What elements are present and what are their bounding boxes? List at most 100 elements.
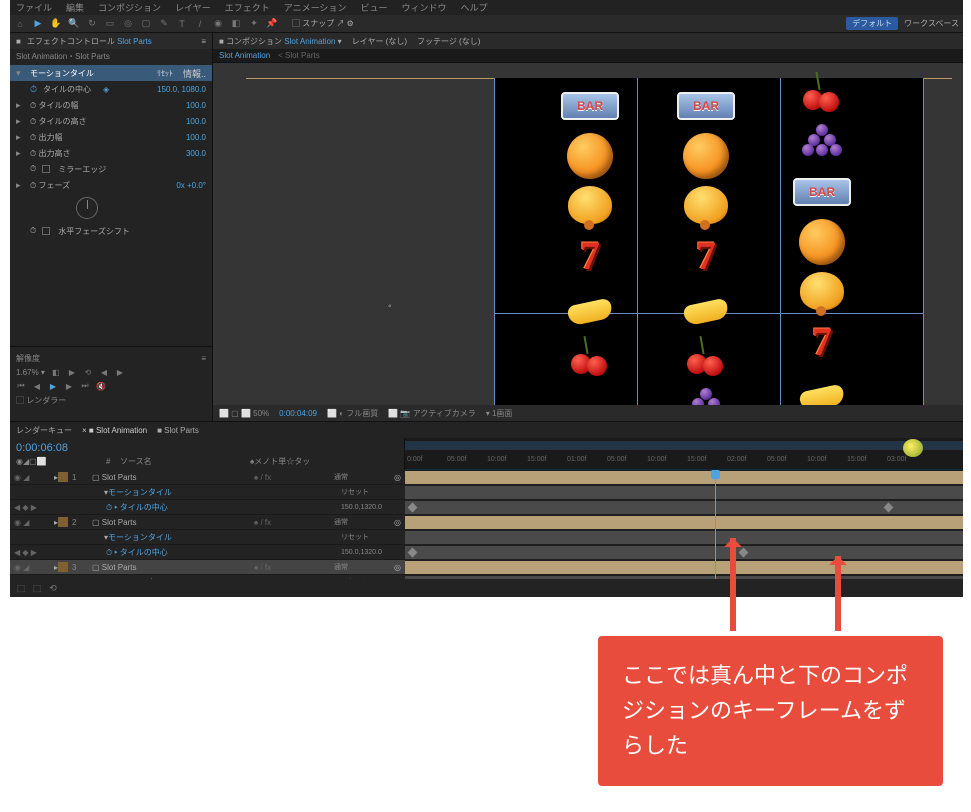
layer-tab[interactable]: レイヤー (なし) [352, 36, 407, 47]
menu-window[interactable]: ウィンドウ [401, 1, 446, 14]
selection-tool-icon[interactable]: ▶ [32, 18, 44, 30]
toggle-switches-icon[interactable]: ⬚ [16, 583, 26, 593]
zoom-dropdown[interactable]: ⬜ ▢ ⬜ 50% [219, 409, 269, 418]
layer-list: ◉ ◢▸1▢ Slot Parts♠ / fx通常◎ ▾モーションタイルリセット… [10, 470, 405, 579]
layer-fx-row[interactable]: ▾モーションタイルリセット [10, 485, 405, 500]
timeline-panel: レンダーキュー × ■ Slot Animation ■ Slot Parts … [10, 421, 963, 597]
menu-bar: ファイル 編集 コンポジション レイヤー エフェクト アニメーション ビュー ウ… [10, 0, 963, 15]
orange-symbol [567, 133, 613, 179]
effect-header[interactable]: ▾モーションタイル ﾘｾｯﾄ情報.. [10, 65, 212, 81]
hand-tool-icon[interactable]: ✋ [50, 18, 62, 30]
time-ruler[interactable]: 0:00f 05:00f 10:00f 15:00f 01:00f 05:00f… [405, 438, 963, 470]
cherry-symbol [561, 332, 619, 380]
anchor-icon: ◦ [388, 301, 392, 312]
phase-clock[interactable] [10, 193, 212, 223]
prop-output-height[interactable]: ▸⏱ 出力高さ300.0 [10, 145, 212, 161]
arrow-icon [730, 538, 736, 631]
menu-layer[interactable]: レイヤー [175, 1, 211, 14]
render-queue-tab[interactable]: レンダーキュー [16, 425, 72, 436]
current-time[interactable]: 0:00:04:09 [279, 409, 317, 418]
comp-tab[interactable]: ■ コンポジション Slot Animation ▾ [219, 36, 342, 47]
col-av: ◉◢▢⬜ [16, 457, 106, 466]
preview-settings: 解像度≡ 1.67% ▾◧▶⟲◀▶ ⏮◀▶▶⏭🔇 ▢ レンダラー [10, 346, 212, 421]
layer-prop-row[interactable]: ◀ ◆ ▶⏱ ▸ タイルの中心150.0,1320.0 [10, 545, 405, 560]
layer-row[interactable]: ◉ ◢▸1▢ Slot Parts♠ / fx通常◎ [10, 470, 405, 485]
composition-canvas: BAR 7 BAR 7 [494, 78, 924, 405]
callout-text: ここでは真ん中と下のコンポジションのキーフレームをずらした [598, 636, 943, 786]
seven-symbol: 7 [561, 232, 619, 280]
tool-bar: ⌂ ▶ ✋ 🔍 ↻ ▭ ◎ ▢ ✎ T / ◉ ◧ ✦ 📌 ▢ スナップ ↗ ⚙… [10, 15, 963, 33]
subtab-anim[interactable]: Slot Animation [219, 51, 270, 60]
menu-file[interactable]: ファイル [16, 1, 52, 14]
renderer-label: ▢ レンダラー [16, 395, 66, 406]
layer-row[interactable]: ◉ ◢▸3▢ Slot Parts♠ / fx通常◎ [10, 560, 405, 575]
bell-symbol [568, 186, 612, 224]
layer-row[interactable]: ◉ ◢▸2▢ Slot Parts♠ / fx通常◎ [10, 515, 405, 530]
menu-animation[interactable]: アニメーション [284, 1, 347, 14]
prop-output-width[interactable]: ▸⏱ 出力幅100.0 [10, 129, 212, 145]
effects-panel: ■ エフェクトコントロール Slot Parts ≡ Slot Animatio… [10, 33, 213, 421]
footage-tab[interactable]: フッテージ (なし) [417, 36, 480, 47]
track-area[interactable] [405, 470, 963, 579]
timeline-footer: ⬚ ⬚ ⟲ [10, 579, 963, 597]
layer-prop-row[interactable]: ◀ ◆ ▶⏱ ▸ タイルの中心150.0,1320.0 [10, 500, 405, 515]
reel-3: BAR 7 [782, 68, 862, 405]
clone-tool-icon[interactable]: ◉ [212, 18, 224, 30]
resolution-dropdown[interactable]: ⬜ ◐ フル画質 [327, 408, 378, 419]
col-source: ソース名 [120, 456, 250, 467]
prop-tile-center[interactable]: ⏱タイルの中心◈150.0, 1080.0 [10, 81, 212, 97]
camera-tool-icon[interactable]: ▭ [104, 18, 116, 30]
shape-tool-icon[interactable]: ▢ [140, 18, 152, 30]
timeline-tab-anim[interactable]: × ■ Slot Animation [82, 426, 147, 435]
type-tool-icon[interactable]: T [176, 18, 188, 30]
menu-view[interactable]: ビュー [360, 1, 387, 14]
camera-dropdown[interactable]: ⬜ 📷 アクティブカメラ [388, 408, 476, 419]
timeline-tab-parts[interactable]: ■ Slot Parts [157, 426, 199, 435]
viewer-footer: ⬜ ▢ ⬜ 50% 0:00:04:09 ⬜ ◐ フル画質 ⬜ 📷 アクティブカ… [213, 405, 963, 421]
brush-tool-icon[interactable]: / [194, 18, 206, 30]
play-icon[interactable]: ⏮ [16, 381, 26, 391]
rotate-tool-icon[interactable]: ↻ [86, 18, 98, 30]
annotation-callout: ここでは真ん中と下のコンポジションのキーフレームをずらした [598, 612, 943, 762]
arrow-icon [835, 556, 841, 631]
puppet-tool-icon[interactable]: 📌 [266, 18, 278, 30]
menu-effect[interactable]: エフェクト [225, 1, 270, 14]
menu-composition[interactable]: コンポジション [98, 1, 161, 14]
menu-help[interactable]: ヘルプ [460, 1, 487, 14]
playhead[interactable] [715, 470, 716, 579]
effects-breadcrumb: Slot Animation・Slot Parts [10, 49, 212, 63]
work-area-end-icon[interactable] [903, 439, 923, 457]
menu-edit[interactable]: 編集 [66, 1, 84, 14]
roto-tool-icon[interactable]: ✦ [248, 18, 260, 30]
app-window: ファイル 編集 コンポジション レイヤー エフェクト アニメーション ビュー ウ… [10, 0, 963, 597]
prop-h-phase-shift[interactable]: ⏱水平フェーズシフト [10, 223, 212, 239]
pan-behind-tool-icon[interactable]: ◎ [122, 18, 134, 30]
layer-fx-row[interactable]: ▾モーションタイルリセット [10, 530, 405, 545]
composition-viewer: ■ コンポジション Slot Animation ▾ レイヤー (なし) フッテ… [213, 33, 963, 421]
canvas-area[interactable]: BAR 7 BAR 7 [213, 63, 963, 405]
prop-tile-width[interactable]: ▸⏱ タイルの幅100.0 [10, 97, 212, 113]
aspect-dropdown[interactable]: 1.67% ▾ [16, 368, 45, 377]
view-layout-dropdown[interactable]: ▾ 1画面 [486, 408, 513, 419]
reel-2: BAR 7 [666, 82, 746, 405]
banana-symbol [566, 286, 614, 326]
pen-tool-icon[interactable]: ✎ [158, 18, 170, 30]
snap-label[interactable]: スナップ [302, 19, 334, 28]
timecode[interactable]: 0:00:06:08 [10, 438, 404, 454]
reel-1: BAR 7 [550, 82, 630, 380]
prop-phase[interactable]: ▸⏱ フェーズ0x +0.0° [10, 177, 212, 193]
prop-mirror-edges[interactable]: ⏱ミラーエッジ [10, 161, 212, 177]
search-help[interactable]: ワークスペース [904, 18, 959, 29]
zoom-tool-icon[interactable]: 🔍 [68, 18, 80, 30]
project-tab[interactable]: ■ [16, 37, 21, 46]
bar-symbol: BAR [561, 92, 619, 120]
prop-tile-height[interactable]: ▸⏱ タイルの高さ100.0 [10, 113, 212, 129]
home-icon[interactable]: ⌂ [14, 18, 26, 30]
effects-tab[interactable]: エフェクトコントロール Slot Parts [27, 36, 152, 47]
col-switches: ♠メノト単☆タッ [250, 456, 398, 467]
eraser-tool-icon[interactable]: ◧ [230, 18, 242, 30]
grape-symbol [684, 384, 728, 405]
subtab-parts[interactable]: < Slot Parts [278, 51, 320, 60]
col-idx: # [106, 457, 120, 466]
workspace-button[interactable]: デフォルト [846, 17, 898, 30]
